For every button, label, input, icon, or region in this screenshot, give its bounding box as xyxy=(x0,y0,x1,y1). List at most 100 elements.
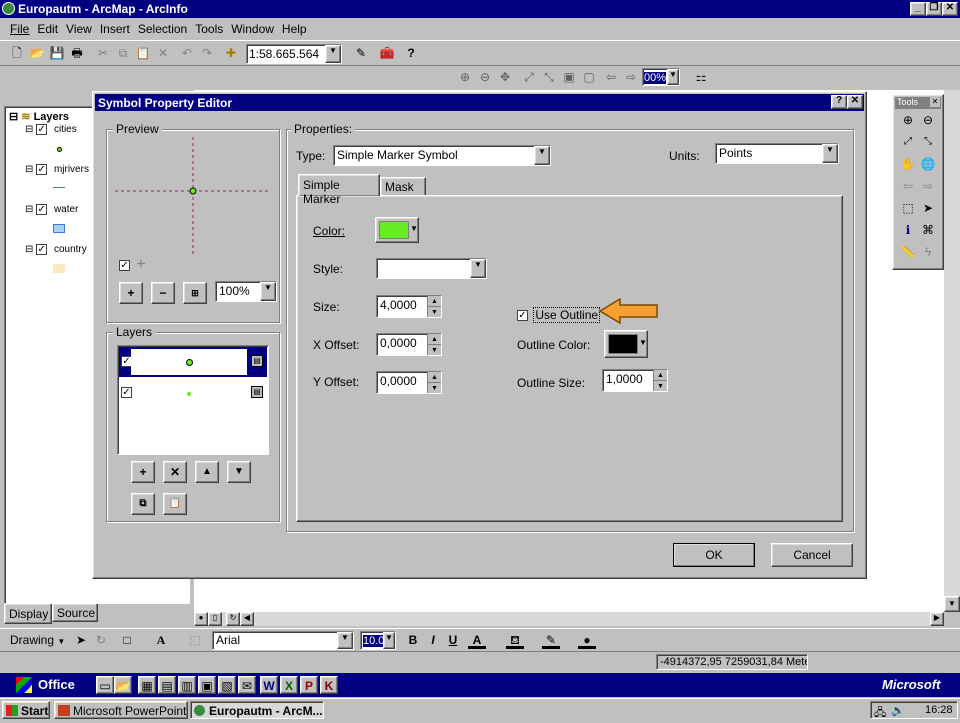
office-shortcut-icon[interactable]: ▦ xyxy=(138,676,156,694)
layer-visibility-checkbox[interactable]: ✓ xyxy=(36,164,48,175)
cut-icon[interactable]: ✂ xyxy=(94,44,112,62)
layout-view-button[interactable]: ▯ xyxy=(208,612,222,626)
paste-icon[interactable]: 📋 xyxy=(134,44,152,62)
whats-this-icon[interactable]: ? xyxy=(402,44,420,62)
size-input[interactable]: 4,0000 ▲ ▼ xyxy=(376,295,442,318)
office-shortcut-icon[interactable]: ✉ xyxy=(238,676,256,694)
marker-color-button[interactable]: ▼ xyxy=(375,217,419,243)
symbol-layer-row[interactable]: ✓ ▤ xyxy=(119,347,267,377)
chevron-down-icon[interactable]: ▼ xyxy=(260,282,276,301)
fixed-zoom-in-icon[interactable]: ⤢ xyxy=(520,68,538,86)
office-shortcut-icon[interactable]: ▤ xyxy=(158,676,176,694)
callout-icon[interactable]: ⬚ xyxy=(186,631,204,649)
lock-icon[interactable]: ▤ xyxy=(251,355,263,367)
symbol-layer-row[interactable]: ✓ ▤ xyxy=(119,378,267,408)
units-select[interactable]: Points ▼ xyxy=(715,143,839,164)
copy-icon[interactable]: ⧉ xyxy=(114,44,132,62)
menu-edit[interactable]: Edit xyxy=(37,22,58,38)
show-crosshair-checkbox[interactable]: ✓ xyxy=(119,260,130,272)
menu-tools[interactable]: Tools xyxy=(195,22,223,38)
open-icon[interactable]: 📂 xyxy=(28,44,46,62)
layer-visibility-checkbox[interactable]: ✓ xyxy=(36,124,48,135)
remove-layer-button[interactable]: ✕ xyxy=(163,461,187,483)
save-icon[interactable]: 💾 xyxy=(48,44,66,62)
tab-mask[interactable]: Mask xyxy=(380,177,426,196)
lock-icon[interactable]: ▤ xyxy=(251,386,263,398)
underline-icon[interactable]: U xyxy=(444,631,462,649)
tray-network-icon[interactable]: 🖧 xyxy=(874,704,886,723)
word-icon[interactable]: W xyxy=(260,676,278,694)
water-symbol[interactable] xyxy=(53,224,65,233)
cities-symbol[interactable] xyxy=(57,147,62,152)
country-symbol[interactable] xyxy=(53,264,65,273)
menu-window[interactable]: Window xyxy=(231,22,274,38)
outline-size-spinner[interactable]: ▲ ▼ xyxy=(653,370,667,391)
toggle-draft-icon[interactable]: ⚏ xyxy=(692,68,710,86)
fixed-zoom-in-icon[interactable]: ⤢ xyxy=(899,133,917,151)
restore-button[interactable]: ❐ xyxy=(926,2,942,16)
refresh-button[interactable]: ↻ xyxy=(226,612,240,626)
move-layer-down-button[interactable]: ▼ xyxy=(227,461,251,483)
chevron-down-icon[interactable]: ▼ xyxy=(383,632,395,649)
chevron-down-icon[interactable]: ▼ xyxy=(534,146,550,165)
chevron-down-icon[interactable]: ▼ xyxy=(337,632,353,649)
toc-layer-country[interactable]: ⊟ ✓ country xyxy=(25,244,87,255)
powerpoint-icon[interactable]: P xyxy=(300,676,318,694)
xoffset-input[interactable]: 0,0000 ▲ ▼ xyxy=(376,333,442,356)
taskbar-powerpoint[interactable]: Microsoft PowerPoint... xyxy=(54,701,188,719)
start-button[interactable]: Start xyxy=(2,701,50,719)
full-extent-globe-icon[interactable]: 🌐 xyxy=(919,155,937,173)
use-outline-option[interactable]: ✓ Use Outline xyxy=(517,307,601,323)
pan-hand-icon[interactable]: ✋ xyxy=(899,155,917,173)
map-scale-combo[interactable]: 1:58.665.564 ▼ xyxy=(246,44,342,64)
copy-layer-button[interactable]: ⧉ xyxy=(131,493,155,515)
toc-layer-water[interactable]: ⊟ ✓ water xyxy=(25,204,78,215)
zoom-100-icon[interactable]: ▢ xyxy=(580,68,598,86)
select-features-icon[interactable]: ⬚ xyxy=(899,199,917,217)
zoom-in-page-icon[interactable]: ⊕ xyxy=(456,68,474,86)
fixed-zoom-out-icon[interactable]: ⤡ xyxy=(540,68,558,86)
access-icon[interactable]: K xyxy=(320,676,338,694)
office-shortcut-icon[interactable]: ▣ xyxy=(198,676,216,694)
back-extent-icon[interactable]: ⇦ xyxy=(602,68,620,86)
toc-layers-header[interactable]: ⊟ ≋ Layers xyxy=(9,110,69,123)
tray-volume-icon[interactable]: 🔊 xyxy=(891,704,905,717)
forward-extent-icon[interactable]: ⇨ xyxy=(622,68,640,86)
paste-layer-button[interactable]: 📋 xyxy=(163,493,187,515)
menu-file[interactable]: File xyxy=(10,22,29,38)
chevron-down-icon[interactable]: ▼ xyxy=(470,259,486,278)
font-size-select[interactable]: 10.0 ▼ xyxy=(360,631,396,650)
arctoolbox-icon[interactable]: 🧰 xyxy=(378,44,396,62)
dialog-close-button[interactable]: ✕ xyxy=(847,95,863,109)
fixed-zoom-out-icon[interactable]: ⤡ xyxy=(919,133,937,151)
toc-layer-mjrivers[interactable]: ⊟ ✓ mjrivers xyxy=(25,164,89,175)
preview-actual-size-button[interactable]: ⊞ xyxy=(183,282,207,304)
italic-icon[interactable]: I xyxy=(424,631,442,649)
outline-size-input[interactable]: 1,0000 ▲ ▼ xyxy=(602,369,668,392)
zoom-whole-page-icon[interactable]: ▣ xyxy=(560,68,578,86)
data-view-button[interactable]: ● xyxy=(194,612,208,626)
menu-insert[interactable]: Insert xyxy=(100,22,130,38)
scroll-down-button[interactable]: ▼ xyxy=(944,596,960,612)
horizontal-scrollbar[interactable]: ● ▯ ↻ ◀ ▶ xyxy=(194,612,944,626)
yoffset-spinner[interactable]: ▲ ▼ xyxy=(427,372,441,393)
layout-zoom-combo[interactable]: 00% ▼ xyxy=(642,68,680,86)
office-shortcut-icon[interactable]: ▭ xyxy=(96,676,114,694)
layer-enabled-checkbox[interactable]: ✓ xyxy=(121,387,132,398)
chevron-down-icon[interactable]: ▼ xyxy=(325,45,341,63)
layer-visibility-checkbox[interactable]: ✓ xyxy=(36,244,48,255)
hyperlink-bolt-icon[interactable]: ϟ xyxy=(919,243,937,261)
add-data-icon[interactable]: ✚ xyxy=(222,44,240,62)
zoom-in-icon[interactable]: ⊕ xyxy=(899,111,917,129)
zoom-out-icon[interactable]: ⊖ xyxy=(919,111,937,129)
close-icon[interactable]: ✕ xyxy=(930,97,940,107)
marker-style-select[interactable]: ▼ xyxy=(376,258,487,279)
preview-zoom-out-button[interactable]: − xyxy=(151,282,175,304)
editor-icon[interactable]: ✎ xyxy=(352,44,370,62)
symbol-type-select[interactable]: Simple Marker Symbol ▼ xyxy=(333,145,551,166)
office-logo-button[interactable]: Office xyxy=(14,675,90,695)
office-shortcut-icon[interactable]: 📂 xyxy=(114,676,132,694)
print-icon[interactable]: 🖶 xyxy=(68,44,86,62)
minimize-button[interactable]: _ xyxy=(910,2,926,16)
new-icon[interactable]: 🗋 xyxy=(8,44,26,62)
